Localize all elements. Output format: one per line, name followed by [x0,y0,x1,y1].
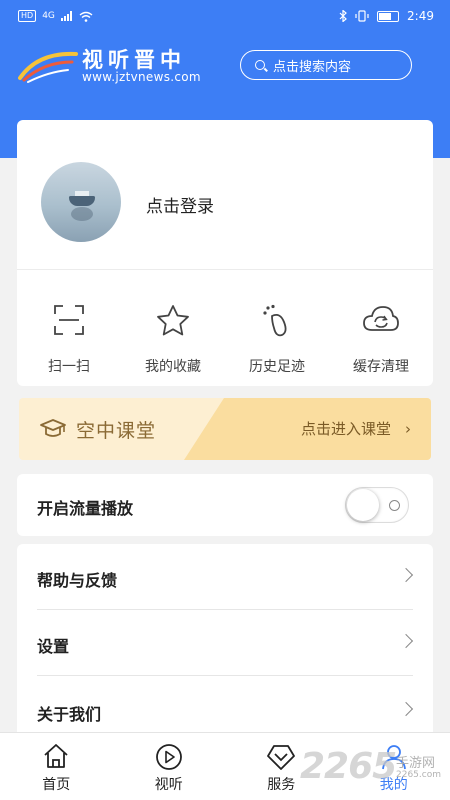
traffic-play-toggle[interactable] [345,487,409,523]
app-logo: 视听晋中 www.jztvnews.com [18,44,218,86]
search-icon [255,60,265,70]
avatar[interactable] [41,162,121,242]
profile-card: 点击登录 扫一扫 我的收藏 历史足迹 缓存清理 [17,120,433,386]
scan-icon [54,305,84,335]
traffic-play-row: 开启流量播放 [17,474,433,536]
battery-icon [377,10,400,22]
clock: 2:49 [407,9,434,23]
tab-label: 首页 [42,777,71,793]
search-box[interactable]: 点击搜索内容 [240,50,412,80]
traffic-play-label: 开启流量播放 [37,499,134,518]
search-placeholder: 点击搜索内容 [273,59,352,75]
play-icon [155,744,182,770]
banner-title: 空中课堂 [76,420,157,442]
cloud-refresh-icon [363,306,399,331]
menu-item-label: 关于我们 [37,705,102,724]
signal-icon [60,11,72,21]
quick-actions: 扫一扫 我的收藏 历史足迹 缓存清理 [17,270,433,386]
chevron-right-icon: › [405,420,411,438]
menu-item-label: 帮助与反馈 [37,571,118,590]
toggle-off-indicator [389,500,400,511]
quick-action-favorites[interactable]: 我的收藏 [121,270,225,386]
logo-url: www.jztvnews.com [82,70,201,84]
quick-action-label: 扫一扫 [48,359,90,375]
star-icon [157,305,189,336]
watermark-number: 2265 [300,746,397,787]
login-link[interactable]: 点击登录 [146,192,214,217]
tab-media[interactable]: 视听 [113,733,226,800]
chevron-right-icon [398,701,414,717]
banner-action[interactable]: 点击进入课堂 [301,418,391,439]
logo-swoosh-icon [18,51,78,83]
quick-action-label: 缓存清理 [353,359,409,375]
quick-action-scan[interactable]: 扫一扫 [17,270,121,386]
menu-item-help[interactable]: 帮助与反馈 [17,544,433,610]
divider [37,675,413,676]
toggle-knob [347,489,379,521]
tab-home[interactable]: 首页 [0,733,113,800]
watermark-url: 2265.com [396,770,441,780]
chevron-right-icon [398,567,414,583]
signal-label: 4G [42,11,55,21]
quick-action-cache[interactable]: 缓存清理 [329,270,433,386]
tab-label: 视听 [154,777,183,793]
service-icon [267,745,296,770]
chevron-right-icon [398,633,414,649]
wifi-icon [79,11,93,22]
quick-action-history[interactable]: 历史足迹 [225,270,329,386]
air-classroom-banner[interactable]: 空中课堂 点击进入课堂 › [19,398,431,460]
quick-action-label: 我的收藏 [145,359,201,375]
site-watermark: 2265 手游网 2265.com [300,744,450,800]
bluetooth-icon [339,10,347,22]
vibrate-icon [355,10,369,22]
watermark-text: 手游网 [396,756,436,771]
footprint-icon [263,304,287,337]
status-bar: HD 4G 2:49 [0,0,450,34]
menu-item-settings[interactable]: 设置 [17,610,433,676]
home-icon [44,744,68,768]
menu-item-label: 设置 [37,637,70,656]
graduation-cap-icon [40,419,66,437]
hd-badge: HD [18,10,37,22]
menu-list: 帮助与反馈 设置 关于我们 [17,544,433,734]
quick-action-label: 历史足迹 [249,359,305,375]
